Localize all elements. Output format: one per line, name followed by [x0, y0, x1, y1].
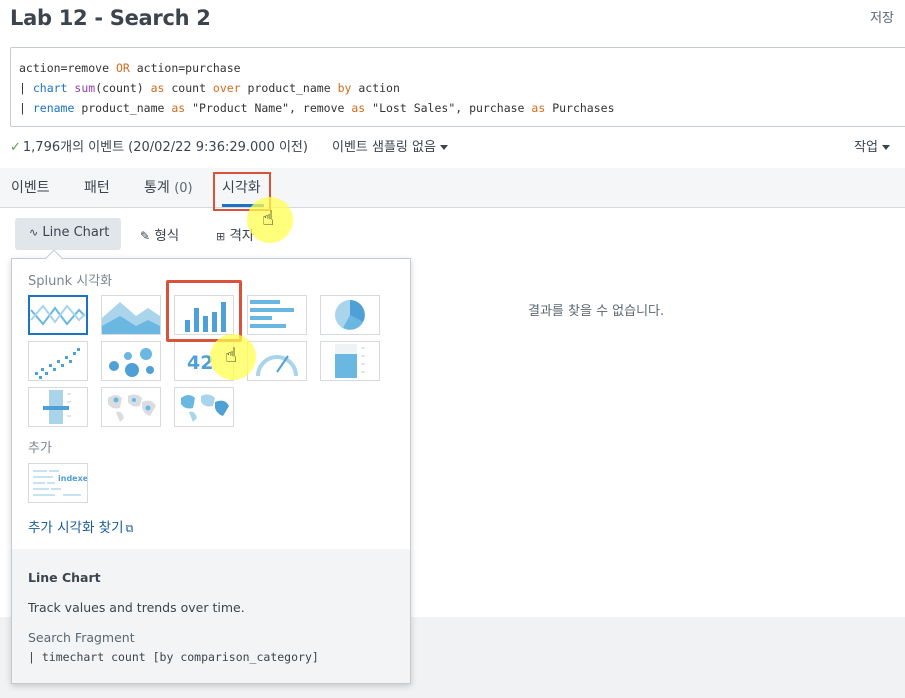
viz-description-text: Track values and trends over time. [28, 600, 245, 615]
job-menu-dropdown[interactable]: 작업 [854, 136, 890, 155]
search-fragment-label: Search Fragment [28, 630, 135, 645]
brush-icon: ✎ [140, 229, 151, 243]
hand-cursor-icon: ☝ [225, 343, 238, 367]
radial-gauge-thumb[interactable] [247, 341, 307, 381]
choropleth-map-thumb[interactable] [174, 387, 234, 427]
query-line-1: action=remove OR action=purchase [19, 61, 241, 75]
external-link-icon: ⧉ [125, 522, 134, 535]
scatter-chart-thumb[interactable] [28, 341, 88, 381]
event-count-status: 1,796개의 이벤트 (20/02/22 9:36:29.000 이전) [22, 140, 308, 155]
save-button[interactable]: 저장 [870, 7, 894, 26]
marker-gauge-thumb[interactable] [28, 387, 88, 427]
query-line-3: | rename product_name as "Product Name",… [19, 101, 615, 115]
tab-statistics[interactable]: 통계 (0) [144, 177, 193, 197]
more-viz-label: 추가 [28, 441, 52, 456]
caret-down-icon [439, 145, 448, 150]
tab-patterns[interactable]: 패턴 [84, 177, 110, 197]
format-button[interactable]: ✎ 형식 [140, 224, 179, 244]
area-chart-thumb[interactable] [101, 295, 161, 335]
page-title: Lab 12 - Search 2 [10, 6, 211, 30]
hand-cursor-icon: ☝ [262, 206, 275, 230]
splunk-viz-label: Splunk 시각화 [28, 274, 113, 289]
find-more-viz-link[interactable]: 추가 시각화 찾기 ⧉ [28, 516, 133, 536]
line-chart-thumb[interactable] [28, 295, 88, 335]
check-icon: ✓ [10, 140, 21, 155]
caret-down-icon [882, 145, 890, 150]
pie-chart-thumb[interactable] [320, 295, 380, 335]
chart-type-button[interactable]: ∿ Line Chart [15, 218, 121, 250]
tab-events[interactable]: 이벤트 [11, 177, 50, 197]
search-status-bar: ✓ 1,796개의 이벤트 (20/02/22 9:36:29.000 이전) 이… [10, 136, 890, 158]
panel-arrow [45, 249, 63, 267]
filler-gauge-thumb[interactable] [320, 341, 380, 381]
viz-description-box: Line Chart Track values and trends over … [12, 549, 410, 683]
search-query-editor[interactable]: action=remove OR action=purchase | chart… [10, 47, 905, 127]
cluster-map-thumb[interactable] [101, 387, 161, 427]
search-fragment-code: | timechart count [by comparison_categor… [28, 650, 319, 664]
svg-text:indexer: indexer [58, 474, 87, 483]
query-line-2: | chart sum(count) as count over product… [19, 81, 400, 95]
column-chart-highlight [166, 280, 242, 342]
indexer-viz-thumb[interactable]: indexer [28, 463, 88, 503]
bar-chart-thumb[interactable] [247, 295, 307, 335]
no-results-message: 결과를 찾을 수 없습니다. [528, 304, 665, 319]
grid-icon: ⊞ [216, 230, 226, 243]
line-chart-icon: ∿ [29, 226, 39, 239]
results-tab-bar: 이벤트 패턴 통계 (0) 시각화 [0, 168, 905, 208]
event-sampling-dropdown[interactable]: 이벤트 샘플링 없음 [332, 136, 448, 155]
bubble-chart-thumb[interactable] [101, 341, 161, 381]
viz-description-title: Line Chart [28, 570, 101, 585]
